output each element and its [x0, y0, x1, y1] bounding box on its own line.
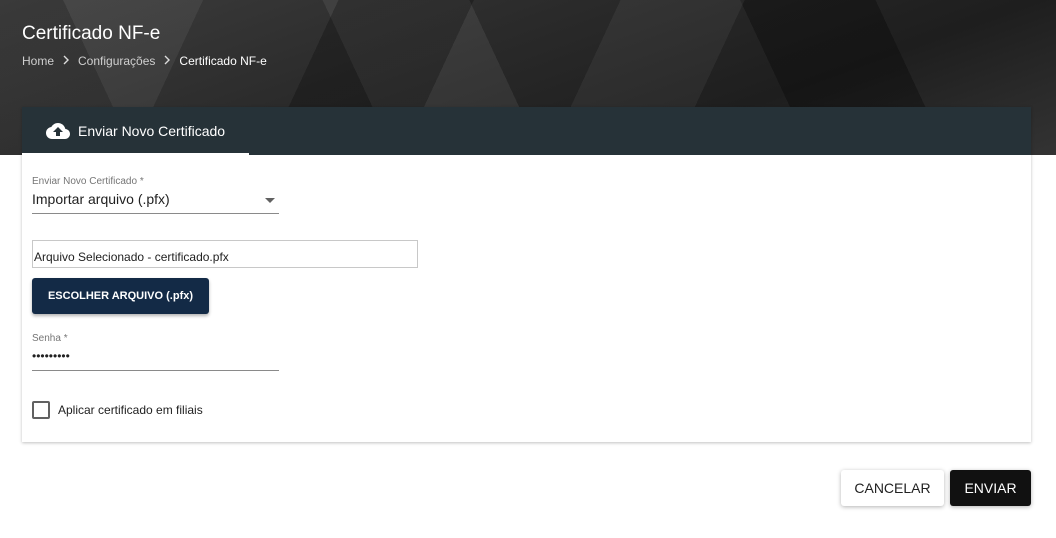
password-field[interactable]: ••••••••• — [32, 347, 279, 371]
cloud-upload-icon — [46, 119, 70, 143]
certificate-type-value: Importar arquivo (.pfx) — [32, 191, 170, 207]
chevron-right-icon — [163, 54, 171, 68]
tab-label: Enviar Novo Certificado — [78, 123, 226, 139]
breadcrumb-current: Certificado NF-e — [179, 54, 267, 68]
apply-branches-checkbox[interactable] — [32, 401, 50, 419]
dropdown-arrow-icon — [265, 198, 275, 203]
breadcrumb: Home Configurações Certificado NF-e — [22, 54, 267, 68]
password-masked-value: ••••••••• — [32, 349, 70, 363]
certificate-card: Enviar Novo Certificado Enviar Novo Cert… — [22, 107, 1031, 442]
chevron-right-icon — [62, 54, 70, 68]
choose-file-button[interactable]: ESCOLHER ARQUIVO (.pfx) — [32, 278, 209, 314]
apply-branches-label: Aplicar certificado em filiais — [58, 403, 203, 417]
selected-file-field[interactable] — [32, 240, 418, 268]
type-select-label: Enviar Novo Certificado * — [32, 176, 144, 187]
breadcrumb-home[interactable]: Home — [22, 54, 54, 68]
page-title: Certificado NF-e — [22, 23, 161, 44]
breadcrumb-configuracoes[interactable]: Configurações — [78, 54, 155, 68]
send-button[interactable]: ENVIAR — [950, 470, 1031, 506]
cancel-button[interactable]: CANCELAR — [841, 470, 944, 506]
password-label: Senha * — [32, 333, 68, 344]
tab-enviar-novo-certificado[interactable]: Enviar Novo Certificado — [22, 107, 249, 155]
tab-indicator — [22, 153, 249, 155]
apply-branches-checkbox-row[interactable]: Aplicar certificado em filiais — [32, 401, 203, 419]
certificate-type-select[interactable]: Importar arquivo (.pfx) — [32, 190, 279, 214]
tab-bar: Enviar Novo Certificado — [22, 107, 1031, 155]
